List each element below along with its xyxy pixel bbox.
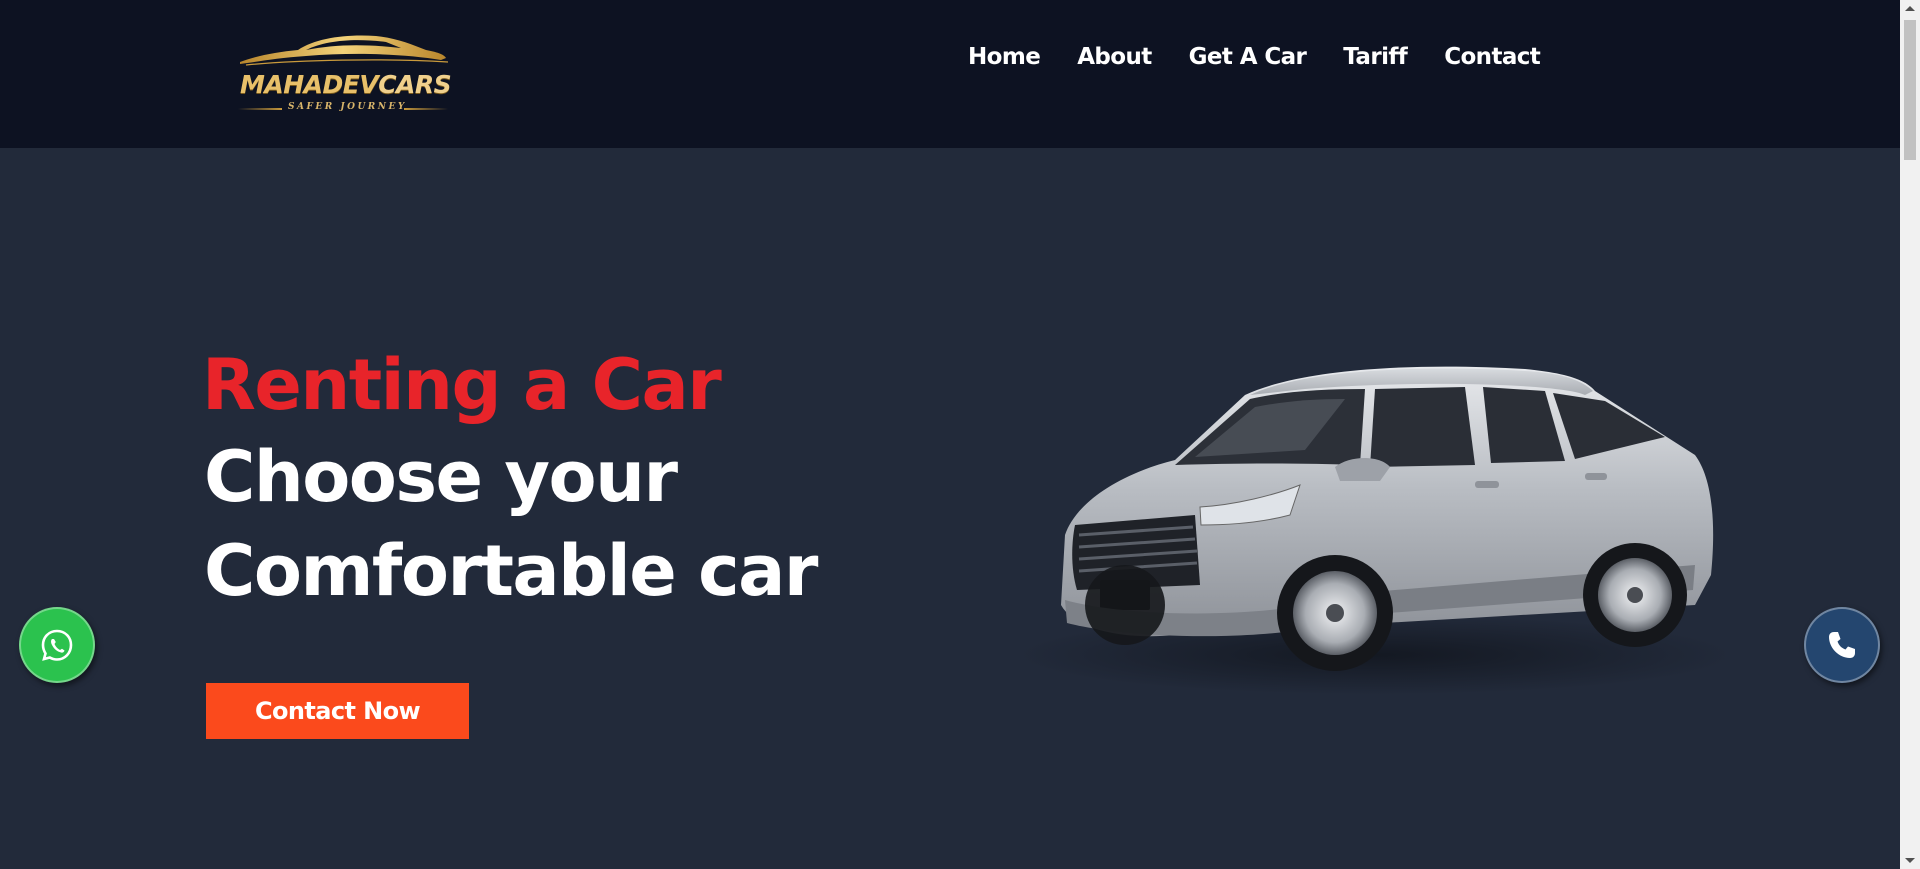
- hero-title-line-1: Choose your: [204, 436, 678, 518]
- nav-contact[interactable]: Contact: [1444, 44, 1541, 70]
- phone-icon: [1829, 632, 1855, 658]
- logo-divider-right: [404, 108, 448, 110]
- nav-home[interactable]: Home: [968, 44, 1041, 70]
- logo-tagline: SAFER JOURNEY: [288, 102, 407, 112]
- car-image: [1015, 366, 1725, 695]
- hero-title-highlight: Renting a Car: [202, 344, 722, 426]
- contact-now-button[interactable]: Contact Now: [206, 683, 469, 739]
- brand-logo[interactable]: MAHADEVCARS SAFER JOURNEY: [236, 30, 452, 120]
- logo-divider-left: [238, 108, 282, 110]
- logo-brand-text: MAHADEVCARS: [240, 70, 452, 99]
- nav-tariff[interactable]: Tariff: [1343, 44, 1407, 70]
- scroll-down-arrow-icon[interactable]: [1905, 858, 1915, 863]
- nav-about[interactable]: About: [1077, 44, 1152, 70]
- phone-button[interactable]: [1804, 607, 1880, 683]
- scroll-up-arrow-icon[interactable]: [1905, 6, 1915, 11]
- page-scrollbar[interactable]: [1900, 0, 1920, 869]
- hero-title: Choose your Comfortable car: [204, 430, 824, 618]
- scrollbar-thumb[interactable]: [1904, 20, 1916, 160]
- whatsapp-button[interactable]: [19, 607, 95, 683]
- logo-brand-secondary: CARS: [378, 70, 452, 99]
- site-header: MAHADEVCARS SAFER JOURNEY Home About Get…: [0, 0, 1900, 148]
- main-nav: Home About Get A Car Tariff Contact: [968, 44, 1541, 70]
- whatsapp-icon: [41, 629, 73, 661]
- nav-get-a-car[interactable]: Get A Car: [1189, 44, 1307, 70]
- hero-title-line-2: Comfortable car: [204, 530, 818, 612]
- logo-brand-primary: MAHADEV: [240, 70, 379, 99]
